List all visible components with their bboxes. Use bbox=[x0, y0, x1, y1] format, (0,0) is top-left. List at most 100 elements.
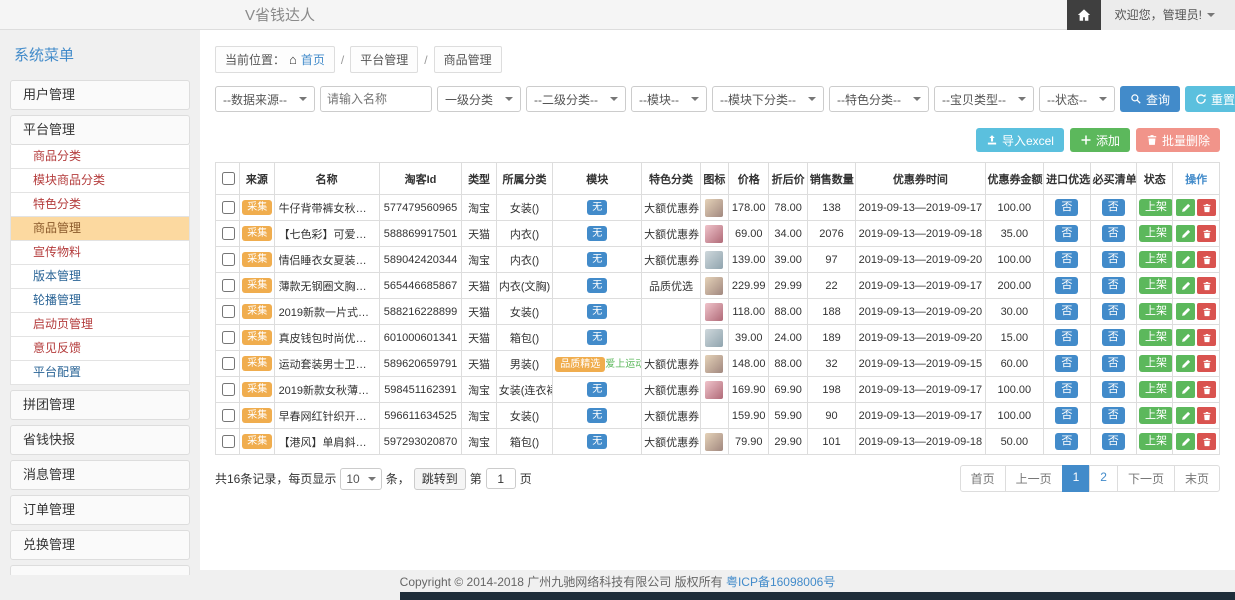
delete-button[interactable] bbox=[1197, 303, 1216, 320]
sidebar-item[interactable]: 兑换管理 bbox=[10, 530, 190, 560]
sidebar-subitem[interactable]: 宣传物料 bbox=[10, 241, 190, 265]
sidebar-item[interactable]: 拼团管理 bbox=[10, 390, 190, 420]
sidebar-subitem[interactable]: 特色分类 bbox=[10, 193, 190, 217]
jump-button[interactable]: 跳转到 bbox=[414, 468, 466, 490]
imported-toggle[interactable]: 否 bbox=[1055, 303, 1078, 320]
breadcrumb-home-link[interactable]: 首页 bbox=[301, 51, 325, 68]
status-toggle[interactable]: 上架 bbox=[1139, 355, 1173, 372]
must-buy-toggle[interactable]: 否 bbox=[1102, 433, 1125, 450]
must-buy-toggle[interactable]: 否 bbox=[1102, 251, 1125, 268]
page-button-first[interactable]: 首页 bbox=[960, 465, 1006, 492]
reset-button[interactable]: 重置 bbox=[1185, 86, 1235, 112]
filter-select[interactable]: --数据来源-- bbox=[215, 86, 315, 112]
sidebar-item[interactable]: 平台管理 bbox=[10, 115, 190, 145]
delete-button[interactable] bbox=[1197, 329, 1216, 346]
delete-button[interactable] bbox=[1197, 407, 1216, 424]
filter-select[interactable]: --二级分类-- bbox=[526, 86, 626, 112]
row-checkbox[interactable] bbox=[222, 305, 235, 318]
status-toggle[interactable]: 上架 bbox=[1139, 433, 1173, 450]
must-buy-toggle[interactable]: 否 bbox=[1102, 303, 1125, 320]
status-toggle[interactable]: 上架 bbox=[1139, 329, 1173, 346]
row-checkbox[interactable] bbox=[222, 253, 235, 266]
search-button[interactable]: 查询 bbox=[1120, 86, 1180, 112]
home-button[interactable] bbox=[1067, 0, 1101, 30]
sidebar-item[interactable]: 用户管理 bbox=[10, 80, 190, 110]
must-buy-toggle[interactable]: 否 bbox=[1102, 407, 1125, 424]
status-toggle[interactable]: 上架 bbox=[1139, 199, 1173, 216]
imported-toggle[interactable]: 否 bbox=[1055, 225, 1078, 242]
name-search-input[interactable] bbox=[320, 86, 432, 112]
status-toggle[interactable]: 上架 bbox=[1139, 381, 1173, 398]
must-buy-toggle[interactable]: 否 bbox=[1102, 381, 1125, 398]
select-all-checkbox[interactable] bbox=[222, 172, 235, 185]
icp-link[interactable]: 粤ICP备16098006号 bbox=[726, 575, 835, 589]
row-checkbox[interactable] bbox=[222, 227, 235, 240]
sidebar-item[interactable]: 省钱快报 bbox=[10, 425, 190, 455]
edit-button[interactable] bbox=[1176, 433, 1195, 450]
edit-button[interactable] bbox=[1176, 329, 1195, 346]
sidebar-subitem[interactable]: 商品分类 bbox=[10, 145, 190, 169]
imported-toggle[interactable]: 否 bbox=[1055, 329, 1078, 346]
delete-button[interactable] bbox=[1197, 381, 1216, 398]
user-menu[interactable]: 欢迎您，管理员! bbox=[1101, 0, 1235, 30]
status-toggle[interactable]: 上架 bbox=[1139, 303, 1173, 320]
must-buy-toggle[interactable]: 否 bbox=[1102, 355, 1125, 372]
sidebar-subitem[interactable]: 平台配置 bbox=[10, 361, 190, 385]
filter-select[interactable]: --特色分类-- bbox=[829, 86, 929, 112]
sidebar-subitem[interactable]: 意见反馈 bbox=[10, 337, 190, 361]
delete-button[interactable] bbox=[1197, 199, 1216, 216]
status-toggle[interactable]: 上架 bbox=[1139, 407, 1173, 424]
delete-button[interactable] bbox=[1197, 433, 1216, 450]
delete-button[interactable] bbox=[1197, 251, 1216, 268]
row-checkbox[interactable] bbox=[222, 409, 235, 422]
row-checkbox[interactable] bbox=[222, 435, 235, 448]
page-button-last[interactable]: 末页 bbox=[1174, 465, 1220, 492]
edit-button[interactable] bbox=[1176, 251, 1195, 268]
filter-select[interactable]: --状态-- bbox=[1039, 86, 1115, 112]
imported-toggle[interactable]: 否 bbox=[1055, 433, 1078, 450]
row-checkbox[interactable] bbox=[222, 383, 235, 396]
delete-button[interactable] bbox=[1197, 225, 1216, 242]
row-checkbox[interactable] bbox=[222, 201, 235, 214]
breadcrumb-item-page[interactable]: 商品管理 bbox=[434, 46, 502, 73]
add-button[interactable]: 添加 bbox=[1070, 128, 1130, 152]
edit-button[interactable] bbox=[1176, 407, 1195, 424]
edit-button[interactable] bbox=[1176, 303, 1195, 320]
sidebar-subitem[interactable]: 商品管理 bbox=[10, 217, 190, 241]
row-checkbox[interactable] bbox=[222, 357, 235, 370]
import-excel-button[interactable]: 导入excel bbox=[976, 128, 1064, 152]
edit-button[interactable] bbox=[1176, 355, 1195, 372]
filter-select[interactable]: --宝贝类型-- bbox=[934, 86, 1034, 112]
filter-select[interactable]: 一级分类 bbox=[437, 86, 521, 112]
imported-toggle[interactable]: 否 bbox=[1055, 381, 1078, 398]
jump-page-input[interactable] bbox=[486, 468, 516, 489]
imported-toggle[interactable]: 否 bbox=[1055, 277, 1078, 294]
page-button-prev[interactable]: 上一页 bbox=[1005, 465, 1063, 492]
must-buy-toggle[interactable]: 否 bbox=[1102, 329, 1125, 346]
sidebar-subitem[interactable]: 模块商品分类 bbox=[10, 169, 190, 193]
imported-toggle[interactable]: 否 bbox=[1055, 199, 1078, 216]
filter-select[interactable]: --模块下分类-- bbox=[712, 86, 824, 112]
edit-button[interactable] bbox=[1176, 277, 1195, 294]
edit-button[interactable] bbox=[1176, 381, 1195, 398]
row-checkbox[interactable] bbox=[222, 279, 235, 292]
must-buy-toggle[interactable]: 否 bbox=[1102, 225, 1125, 242]
sidebar-item[interactable]: 消息管理 bbox=[10, 460, 190, 490]
must-buy-toggle[interactable]: 否 bbox=[1102, 199, 1125, 216]
edit-button[interactable] bbox=[1176, 225, 1195, 242]
filter-select[interactable]: --模块-- bbox=[631, 86, 707, 112]
status-toggle[interactable]: 上架 bbox=[1139, 225, 1173, 242]
page-button-2[interactable]: 2 bbox=[1089, 465, 1118, 492]
sidebar-subitem[interactable]: 启动页管理 bbox=[10, 313, 190, 337]
page-button-next[interactable]: 下一页 bbox=[1117, 465, 1175, 492]
page-button-1[interactable]: 1 bbox=[1062, 465, 1091, 492]
edit-button[interactable] bbox=[1176, 199, 1195, 216]
must-buy-toggle[interactable]: 否 bbox=[1102, 277, 1125, 294]
sidebar-item[interactable]: 订单管理 bbox=[10, 495, 190, 525]
status-toggle[interactable]: 上架 bbox=[1139, 251, 1173, 268]
imported-toggle[interactable]: 否 bbox=[1055, 251, 1078, 268]
per-page-select[interactable]: 10 bbox=[340, 468, 381, 490]
sidebar-subitem[interactable]: 版本管理 bbox=[10, 265, 190, 289]
delete-button[interactable] bbox=[1197, 277, 1216, 294]
bulk-delete-button[interactable]: 批量删除 bbox=[1136, 128, 1220, 152]
